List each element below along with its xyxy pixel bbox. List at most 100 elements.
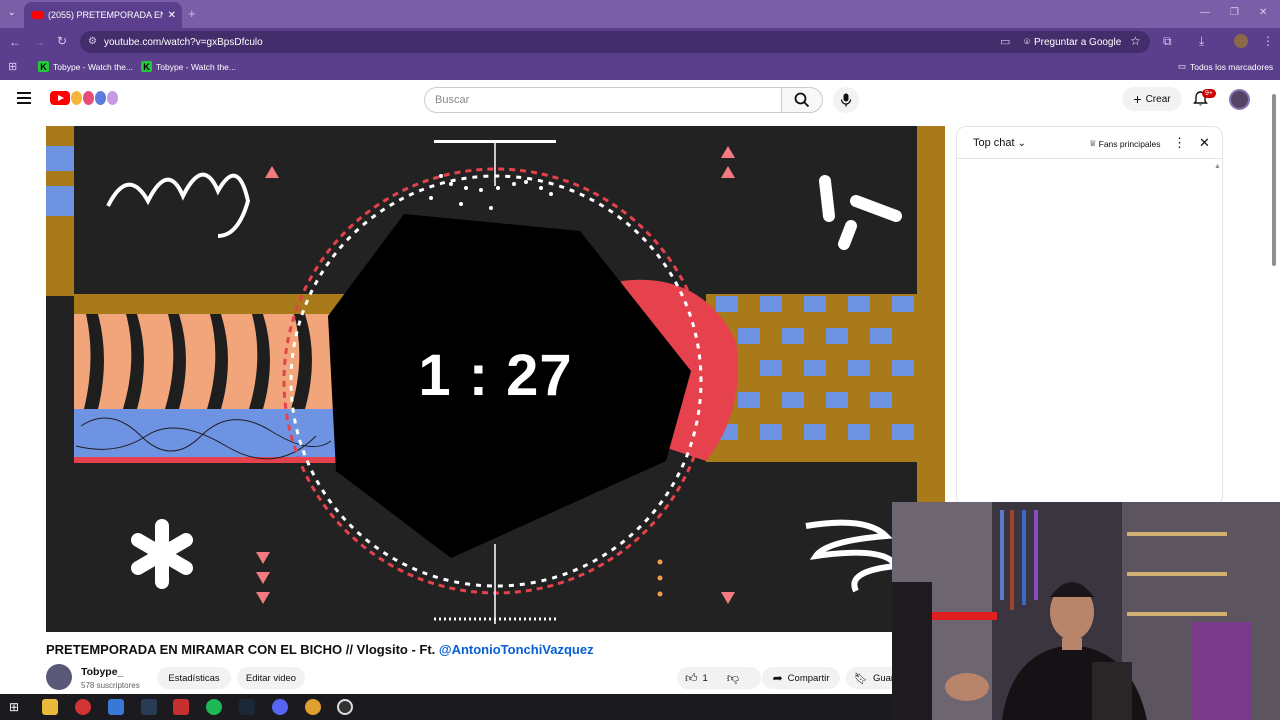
top-fans-label: Fans principales: [1098, 138, 1161, 149]
all-bookmarks-label: Todos los marcadores: [1190, 61, 1274, 72]
address-bar[interactable]: ⚙ youtube.com/watch?v=gxBpsDfculo ▭ ⌾ Pr…: [80, 31, 1150, 53]
doodle-ball-icon: [95, 91, 106, 105]
bookmark-label: Tobype - Watch the...: [53, 61, 133, 72]
lens-icon: ⌾: [1024, 36, 1030, 48]
bookmark-star-icon[interactable]: ☆: [1130, 34, 1141, 48]
doodle-ball-icon: [107, 91, 118, 105]
browser-toolbar: ← → ↻ ⚙ youtube.com/watch?v=gxBpsDfculo …: [0, 28, 1280, 56]
create-button[interactable]: + Crear: [1122, 87, 1182, 111]
like-button[interactable]: 👍︎ 1: [685, 671, 708, 686]
kick-favicon-icon: K: [38, 61, 49, 72]
webcam-overlay: [892, 502, 1280, 720]
site-info-icon[interactable]: ⚙: [88, 36, 97, 47]
bookmark-label: Tobype - Watch the...: [156, 61, 236, 72]
new-tab-icon[interactable]: +: [188, 6, 196, 21]
youtube-favicon-icon: [32, 11, 43, 19]
youtube-header: Buscar + Crear 9+: [0, 80, 1280, 120]
ask-google-label: Preguntar a Google: [1034, 36, 1122, 48]
minimize-icon[interactable]: —: [1200, 7, 1210, 18]
tab-close-icon[interactable]: ✕: [168, 10, 176, 21]
notification-count-badge: 9+: [1202, 89, 1216, 98]
live-chat-panel: Top chat ⌄ ♕ Fans principales ⋮ ✕ ▲: [956, 126, 1223, 506]
back-icon[interactable]: ←: [9, 35, 21, 49]
microphone-icon: [840, 93, 852, 107]
obs-icon[interactable]: [337, 699, 353, 715]
share-button[interactable]: ➦ Compartir: [762, 667, 840, 689]
video-title: PRETEMPORADA EN MIRAMAR CON EL BICHO // …: [46, 642, 594, 657]
thumbs-up-icon: 👍︎: [685, 670, 698, 685]
extensions-icon[interactable]: ⧉: [1163, 34, 1172, 49]
save-label: Guar: [872, 672, 895, 684]
bookmark-item[interactable]: K Tobype - Watch the...: [38, 61, 133, 72]
voicemeeter-icon[interactable]: [173, 699, 189, 715]
ask-google-button[interactable]: ⌾ Preguntar a Google: [1024, 34, 1200, 50]
windows-start-icon[interactable]: ⊞: [9, 700, 23, 714]
account-avatar[interactable]: [1229, 89, 1250, 110]
edit-video-button[interactable]: Editar video: [237, 667, 305, 689]
kick-favicon-icon: K: [141, 61, 152, 72]
subscriber-count: 578 suscriptores: [81, 681, 140, 690]
chat-scroll-up-icon[interactable]: ▲: [1214, 163, 1221, 170]
like-dislike-group: 👍︎ 1 👎︎: [677, 667, 761, 689]
edit-video-label: Editar video: [245, 672, 297, 684]
url-text: youtube.com/watch?v=gxBpsDfculo: [104, 36, 263, 48]
stats-button[interactable]: Estadísticas: [157, 667, 231, 689]
create-label: Crear: [1145, 93, 1171, 105]
profile-avatar[interactable]: [1234, 34, 1248, 48]
windows-taskbar: ⊞: [0, 694, 892, 720]
folder-icon: ▭: [1178, 61, 1187, 71]
search-icon: [794, 92, 810, 108]
menu-dots-icon[interactable]: ⋮: [1262, 34, 1274, 48]
app-blue-icon[interactable]: [108, 699, 124, 715]
tab-active[interactable]: (2055) PRETEMPORADA EN MIRAMAR CON EL BI…: [24, 2, 182, 28]
audio-app-icon[interactable]: [141, 699, 157, 715]
bookmarks-bar: ⊞ K Tobype - Watch the... K Tobype - Wat…: [0, 56, 1280, 80]
bookmark-item[interactable]: K Tobype - Watch the...: [141, 61, 236, 72]
chat-menu-dots-icon[interactable]: ⋮: [1173, 135, 1186, 151]
download-icon[interactable]: ⤓: [1199, 34, 1204, 49]
video-title-text: PRETEMPORADA EN MIRAMAR CON EL BICHO // …: [46, 642, 439, 657]
apps-grid-icon[interactable]: ⊞: [8, 60, 17, 73]
spotify-icon[interactable]: [206, 699, 222, 715]
stats-label: Estadísticas: [168, 672, 220, 684]
cast-icon[interactable]: ▭: [1000, 35, 1010, 48]
webcam-feed-image: [892, 502, 1280, 720]
doodle-ball-icon: [83, 91, 94, 105]
top-fans-button[interactable]: ♕ Fans principales: [1089, 138, 1161, 149]
countdown-timer: 1 : 27: [418, 343, 573, 408]
steam-icon[interactable]: [239, 699, 255, 715]
tab-title: (2055) PRETEMPORADA EN MIRAMAR CON EL BI…: [48, 10, 163, 20]
save-button[interactable]: 🔖︎ Guar: [846, 667, 895, 689]
voice-search-button[interactable]: [833, 87, 859, 113]
plus-icon: +: [1133, 91, 1142, 107]
window-close-icon[interactable]: ✕: [1259, 7, 1267, 18]
channel-name[interactable]: Tobype_: [81, 666, 123, 678]
like-count: 1: [702, 672, 708, 684]
youtube-logo[interactable]: [50, 91, 118, 105]
reload-icon[interactable]: ↻: [57, 34, 67, 48]
chat-header: Top chat ⌄ ♕ Fans principales ⋮ ✕: [957, 127, 1222, 159]
title-mention-link[interactable]: @AntonioTonchiVazquez: [439, 642, 594, 657]
video-player[interactable]: 1 : 27: [46, 126, 945, 632]
dislike-button[interactable]: 👎︎: [727, 671, 739, 686]
discord-icon[interactable]: [272, 699, 288, 715]
search-input[interactable]: Buscar: [424, 87, 782, 113]
search-button[interactable]: [781, 87, 823, 113]
all-bookmarks-button[interactable]: ▭ Todos los marcadores: [1178, 61, 1273, 72]
forward-icon[interactable]: →: [33, 35, 45, 49]
bookmark-icon: 🔖︎: [854, 672, 868, 685]
app-red-icon[interactable]: [75, 699, 91, 715]
chat-close-icon[interactable]: ✕: [1199, 135, 1210, 151]
hamburger-menu-icon[interactable]: [17, 92, 31, 104]
file-explorer-icon[interactable]: [42, 699, 58, 715]
chevron-down-icon: ⌄: [1017, 137, 1026, 149]
chat-mode-dropdown[interactable]: Top chat ⌄: [973, 137, 1026, 149]
channel-avatar[interactable]: [46, 664, 72, 690]
chat-mode-label: Top chat: [973, 137, 1015, 149]
tab-search-icon[interactable]: ⌄: [8, 7, 16, 18]
doodle-ball-icon: [71, 91, 82, 105]
page-scrollbar[interactable]: [1272, 94, 1276, 266]
chrome-icon[interactable]: [305, 699, 321, 715]
restore-icon[interactable]: ❐: [1230, 7, 1239, 18]
browser-tab-strip: ⌄ (2055) PRETEMPORADA EN MIRAMAR CON EL …: [0, 0, 1280, 28]
